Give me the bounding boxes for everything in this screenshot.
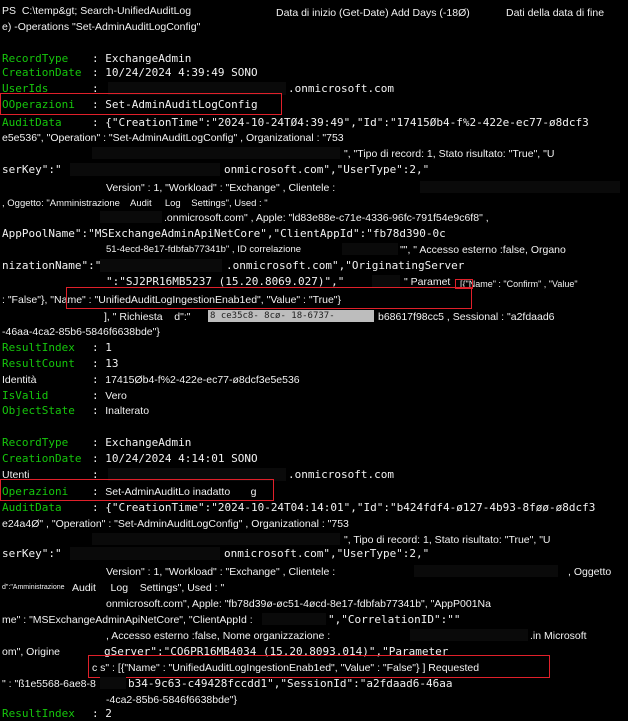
- auditdata-line: Version" : 1, "Workload" : "Exchange" , …: [106, 182, 336, 194]
- redaction-block: [100, 677, 126, 689]
- auditdata-line: e24a4Ø" , "Operation" : "Set-AdminAuditL…: [2, 518, 349, 530]
- auditdata-line: : {"CreationTime":"2024-10-24T04:14:01",…: [92, 501, 596, 514]
- auditdata-line: .onmicrosoft.com" , Apple: "ld83e88e-c71…: [164, 212, 489, 224]
- resultindex-value: : 2: [92, 707, 112, 720]
- auditdata-key: AuditData: [2, 501, 62, 514]
- prompt-line: PS C:\temp&gt; Search-UnifiedAuditLog: [2, 4, 191, 18]
- auditdata-line: serKey":": [2, 163, 62, 176]
- redaction-block: [70, 547, 220, 560]
- identity-value: : 17415Øb4-f%2-422e-ec77-ø8dcf3e5e536: [92, 373, 300, 386]
- recordtype-key: RecordType: [2, 436, 69, 449]
- auditdata-line: 51-4ecd-8e17-fdbfab77341b" , ID correlaz…: [106, 244, 302, 255]
- operations-arg: e) -Operations "Set-AdminAuditLogConfig": [2, 21, 201, 33]
- prompt-text: PS C:\temp&gt; Search-UnifiedAuditLog: [2, 5, 192, 17]
- redaction-block: [262, 613, 326, 625]
- userids-domain: .onmicrosoft.com: [288, 82, 394, 95]
- redaction-block: [92, 533, 340, 545]
- resultcount-key: ResultCount: [2, 357, 75, 370]
- auditdata-line: d":"Amministrazione: [2, 584, 65, 591]
- recordtype-value: : ExchangeAdmin: [92, 52, 192, 65]
- creationdate-key: CreationDate: [2, 66, 82, 79]
- redaction-block: [414, 565, 558, 577]
- recordtype-value: : ExchangeAdmin: [92, 436, 192, 449]
- auditdata-line: , Oggetto: [568, 566, 612, 578]
- redaction-block: [372, 275, 400, 287]
- resultindex-key: ResultIndex: [2, 707, 75, 720]
- auditdata-line: me" : "MSExchangeAdminApiNetCore", "Clie…: [2, 614, 253, 626]
- auditdata-line: Version" : 1, "Workload" : "Exchange" , …: [106, 566, 336, 578]
- auditdata-line: serKey":": [2, 547, 62, 560]
- redaction-block: [410, 629, 528, 641]
- auditdata-line: [{"Name" : "Confirm" , "Value": [460, 279, 578, 289]
- isvalid-key: IsValid: [2, 389, 49, 402]
- creationdate-key: CreationDate: [2, 452, 82, 465]
- auditdata-line: b34-9c63-c49428fccdd1","SessionId":"a2fd…: [128, 677, 453, 690]
- redaction-block: [342, 243, 398, 255]
- auditdata-line: " : "ß1e5568-6ae8-8: [2, 678, 96, 690]
- auditdata-line: onmicrosoft.com","UserType":2,": [224, 547, 430, 560]
- auditdata-line: onmicrosoft.com", Apple: "fb78d39ø-øc51-…: [106, 598, 491, 610]
- redaction-block: [70, 163, 220, 176]
- auditdata-line: ", Tipo di record: 1, Stato risultato: "…: [344, 534, 551, 546]
- redaction-block: [92, 147, 340, 159]
- redaction-block: [420, 181, 620, 193]
- auditdata-line: , Accesso esterno :false, Nome organizza…: [106, 630, 331, 642]
- auditdata-line: onmicrosoft.com","UserType":2,": [224, 163, 430, 176]
- auditdata-key: AuditData: [2, 116, 62, 129]
- auditdata-line: AppPoolName":"MSExchangeAdminApiNetCore"…: [2, 227, 446, 240]
- powershell-window: { "header": { "prompt": "PS C:\\temp&gt;…: [0, 0, 628, 720]
- start-date-text: Data di inizio (Get-Date) Add Days (-18Ø…: [276, 7, 470, 19]
- auditdata-line: ","CorrelationID":"": [328, 613, 461, 626]
- highlight-box: [0, 479, 274, 501]
- redaction-block: [100, 211, 162, 223]
- creationdate-value: : 10/24/2024 4:39:49 SONO: [92, 66, 258, 79]
- resultindex-value: : 1: [92, 341, 112, 354]
- auditdata-line: nizationName":": [2, 259, 102, 272]
- auditdata-line: e5e536", "Operation" : "Set-AdminAuditLo…: [2, 132, 344, 144]
- resultcount-value: : 13: [92, 357, 119, 370]
- resultindex-key: ResultIndex: [2, 341, 75, 354]
- auditdata-line: ", "Tipo di record: 1, Stato risultato: …: [344, 148, 555, 160]
- objectstate-key: ObjectState: [2, 404, 75, 417]
- auditdata-line: b68617f98cc5 , Sessional : "a2fdaad6: [378, 311, 555, 323]
- highlight-box: [0, 93, 282, 115]
- isvalid-value: : Vero: [92, 389, 127, 402]
- redaction-block: [100, 259, 222, 272]
- auditdata-line: -4ca2-85b6-5846f6638bde"}: [106, 694, 238, 706]
- auditdata-line: .in Microsoft: [530, 630, 587, 642]
- recordtype-key: RecordType: [2, 52, 69, 65]
- auditdata-line: : {"CreationTime":"2024-10-24TØ4:39:49",…: [92, 116, 589, 129]
- highlight-box: [88, 655, 550, 678]
- auditdata-line: om", Origine: [2, 646, 60, 658]
- auditdata-line: -46aa-4ca2-85b6-5846f6638bde"}: [2, 326, 160, 338]
- auditdata-line: Audit Log Settings", Used : ": [72, 582, 225, 594]
- auditdata-line: ], " Richiesta d":": [104, 311, 191, 323]
- highlight-box: [66, 287, 472, 309]
- auditdata-line: "", " Accesso esterno :false, Organo: [400, 244, 566, 256]
- identity-key: Identità: [2, 374, 37, 386]
- creationdate-value: : 10/24/2024 4:14:01 SONO: [92, 452, 258, 465]
- auditdata-line: , Oggetto: "Amministrazione Audit Log Se…: [2, 198, 268, 209]
- auditdata-line: .onmicrosoft.com","OriginatingServer: [226, 259, 465, 272]
- highlighted-selection: 8 ce35c8- 8cø- 18-6737-: [208, 310, 374, 322]
- end-date-text: Dati della data di fine: [506, 7, 605, 19]
- users-domain: .onmicrosoft.com: [288, 468, 394, 481]
- objectstate-value: : Inalterato: [92, 404, 150, 417]
